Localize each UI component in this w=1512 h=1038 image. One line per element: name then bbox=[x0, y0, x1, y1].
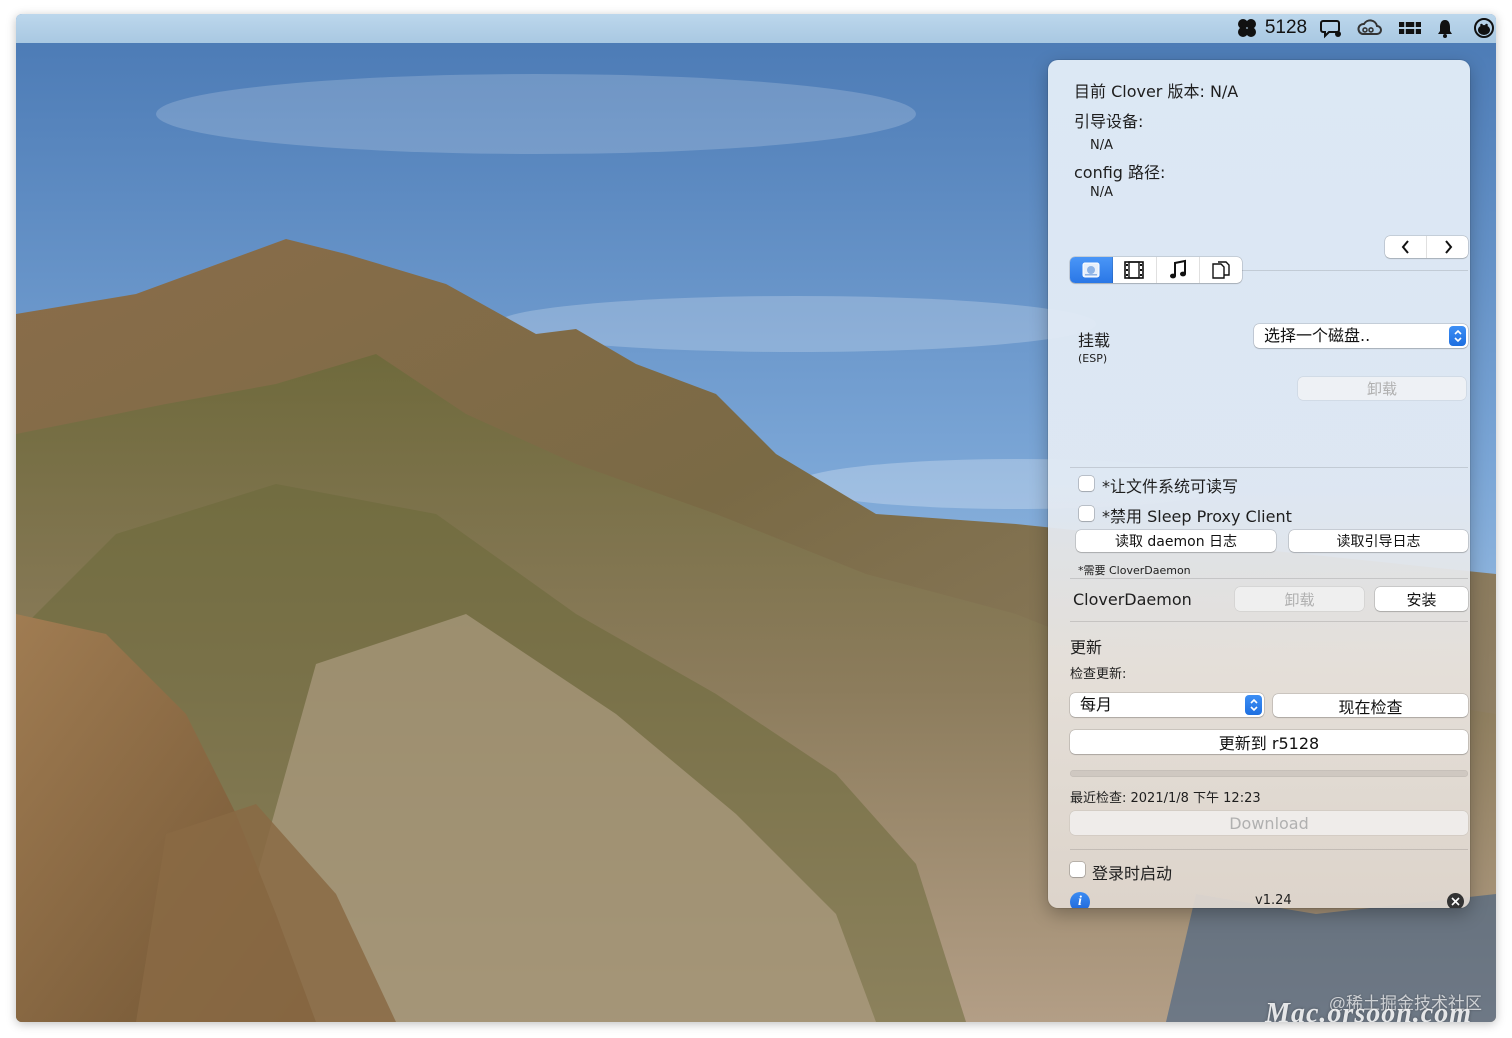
updown-arrows-icon bbox=[1245, 695, 1262, 715]
mount-label: 挂载 bbox=[1078, 331, 1111, 350]
separator bbox=[1070, 467, 1468, 468]
sleep-proxy-checkbox[interactable] bbox=[1079, 506, 1094, 521]
last-check-label: 最近检查: 2021/1/8 下午 12:23 bbox=[1070, 791, 1261, 806]
download-button[interactable]: Download bbox=[1070, 811, 1468, 835]
update-frequency-select[interactable]: 每月 bbox=[1070, 693, 1264, 717]
sleep-proxy-label: *禁用 Sleep Proxy Client bbox=[1102, 507, 1292, 526]
unmount-esp-button[interactable]: 卸载 bbox=[1298, 377, 1466, 400]
read-daemon-log-button[interactable]: 读取 daemon 日志 bbox=[1076, 530, 1276, 552]
config-path-label: config 路径: bbox=[1074, 163, 1166, 182]
menu-bar: 5128 bbox=[16, 14, 1496, 43]
clover-daemon-label: CloverDaemon bbox=[1073, 590, 1192, 609]
tab-navigation bbox=[1385, 236, 1468, 258]
chevron-left-icon bbox=[1401, 240, 1409, 254]
info-icon[interactable]: i bbox=[1070, 892, 1090, 908]
requires-daemon-note: *需要 CloverDaemon bbox=[1078, 564, 1191, 577]
tab-documents[interactable] bbox=[1200, 257, 1242, 283]
tab-video[interactable] bbox=[1113, 257, 1157, 283]
app-version: v1.24 bbox=[1255, 893, 1292, 908]
bell-icon[interactable] bbox=[1434, 17, 1456, 39]
separator bbox=[1070, 849, 1468, 850]
current-version-label: 目前 Clover 版本: N/A bbox=[1074, 82, 1239, 101]
daemon-install-button[interactable]: 安装 bbox=[1375, 587, 1468, 611]
next-tab-button[interactable] bbox=[1427, 236, 1468, 258]
desktop: 5128 目前 Clover 版本: N/A 引导设备: N/A config … bbox=[16, 14, 1496, 1022]
config-path-value: N/A bbox=[1090, 185, 1113, 200]
disk-icon bbox=[1082, 262, 1100, 278]
update-to-button[interactable]: 更新到 r5128 bbox=[1070, 730, 1468, 754]
check-update-label: 检查更新: bbox=[1070, 667, 1127, 682]
watermark-site: Mac.orsoon.com bbox=[1265, 998, 1472, 1022]
disk-select[interactable]: 选择一个磁盘.. bbox=[1254, 324, 1468, 348]
qq-penguin-icon[interactable] bbox=[1472, 17, 1496, 39]
music-icon bbox=[1169, 259, 1186, 279]
read-boot-log-button[interactable]: 读取引导日志 bbox=[1289, 530, 1468, 552]
close-icon[interactable] bbox=[1447, 893, 1464, 908]
updown-arrows-icon bbox=[1449, 326, 1466, 346]
clover-configurator-popover: 目前 Clover 版本: N/A 引导设备: N/A config 路径: N… bbox=[1048, 60, 1470, 908]
separator bbox=[1070, 578, 1468, 579]
download-progress-bar bbox=[1070, 770, 1468, 777]
film-icon bbox=[1124, 261, 1145, 279]
creative-cloud-icon[interactable] bbox=[1356, 17, 1384, 39]
writable-fs-label: *让文件系统可读写 bbox=[1102, 477, 1239, 496]
drive-icon[interactable] bbox=[1396, 17, 1424, 39]
disk-select-value: 选择一个磁盘.. bbox=[1264, 326, 1371, 345]
documents-icon bbox=[1212, 261, 1230, 279]
update-section-title: 更新 bbox=[1070, 638, 1103, 657]
boot-device-label: 引导设备: bbox=[1074, 112, 1144, 131]
check-now-button[interactable]: 现在检查 bbox=[1273, 694, 1468, 717]
section-tabs bbox=[1070, 257, 1242, 283]
chevron-right-icon bbox=[1444, 240, 1452, 254]
tab-disk[interactable] bbox=[1070, 257, 1114, 283]
launch-at-login-label: 登录时启动 bbox=[1092, 864, 1173, 883]
update-frequency-value: 每月 bbox=[1080, 695, 1113, 714]
previous-tab-button[interactable] bbox=[1385, 236, 1427, 258]
tab-audio[interactable] bbox=[1157, 257, 1200, 283]
menubar-build-number[interactable]: 5128 bbox=[1262, 17, 1310, 39]
clover-icon[interactable] bbox=[1234, 17, 1260, 39]
launch-at-login-checkbox[interactable] bbox=[1070, 862, 1085, 877]
separator bbox=[1070, 621, 1468, 622]
daemon-uninstall-button[interactable]: 卸载 bbox=[1235, 587, 1364, 611]
writable-fs-checkbox[interactable] bbox=[1079, 476, 1094, 491]
chat-sync-icon[interactable] bbox=[1318, 17, 1344, 39]
boot-device-value: N/A bbox=[1090, 138, 1113, 153]
mount-esp-label: (ESP) bbox=[1078, 352, 1108, 365]
